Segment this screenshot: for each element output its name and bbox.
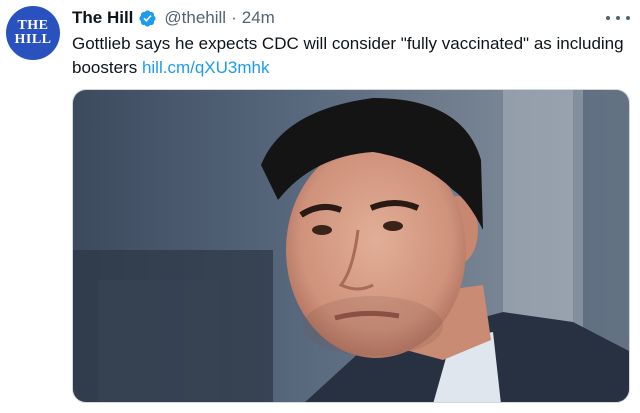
tweet-header: The Hill @thehill · 24m (72, 6, 275, 30)
avatar[interactable]: THE HILL (6, 6, 60, 60)
more-dot (616, 16, 620, 20)
more-dot (626, 16, 630, 20)
tweet-text: Gottlieb says he expects CDC will consid… (72, 32, 632, 80)
tweet-timestamp[interactable]: 24m (242, 8, 275, 28)
verified-badge-icon (138, 9, 157, 28)
avatar-logo-line-1: THE (17, 18, 49, 33)
portrait-photo-illustration (73, 90, 629, 402)
tweet-link[interactable]: hill.cm/qXU3mhk (142, 58, 270, 77)
more-dot (606, 16, 610, 20)
avatar-logo-line-2: HILL (14, 32, 52, 47)
header-separator: · (231, 8, 237, 27)
author-display-name[interactable]: The Hill (72, 8, 133, 28)
more-options-icon[interactable] (606, 8, 630, 28)
tweet-photo[interactable] (72, 89, 630, 403)
author-handle[interactable]: @thehill (164, 8, 226, 28)
tweet-card[interactable]: THE HILL The Hill @thehill · 24m Gottlie… (0, 0, 640, 413)
